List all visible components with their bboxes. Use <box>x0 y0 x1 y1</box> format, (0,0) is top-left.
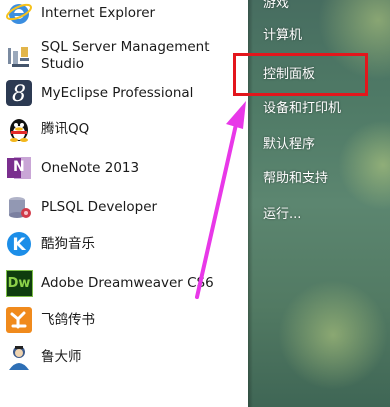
kugou-icon: K <box>4 229 34 259</box>
program-label: Adobe Dreamweaver CS6 <box>41 274 214 291</box>
myeclipse-icon: 8 <box>4 78 34 108</box>
ludashi-icon <box>4 342 34 372</box>
program-label: MyEclipse Professional <box>41 84 194 101</box>
program-label: 酷狗音乐 <box>41 235 95 252</box>
program-plsql-developer[interactable]: PLSQL Developer <box>0 190 248 224</box>
program-internet-explorer[interactable]: Internet Explorer <box>0 0 248 30</box>
program-sql-server-management-studio[interactable]: SQL Server Management Studio <box>0 37 248 75</box>
right-item-games[interactable]: 游戏 <box>263 0 289 11</box>
program-myeclipse[interactable]: 8 MyEclipse Professional <box>0 76 248 110</box>
svg-text:K: K <box>12 235 26 255</box>
right-item-help-support[interactable]: 帮助和支持 <box>263 167 328 186</box>
right-item-devices-printers[interactable]: 设备和打印机 <box>263 97 341 116</box>
onenote-icon: N <box>4 153 34 183</box>
right-item-default-programs[interactable]: 默认程序 <box>263 133 315 152</box>
qq-icon <box>4 114 34 144</box>
plsql-icon <box>4 192 34 222</box>
onenote-badge: N <box>13 159 25 175</box>
program-label-line2: Studio <box>41 56 84 72</box>
right-item-run[interactable]: 运行... <box>263 203 301 222</box>
program-ludashi[interactable]: 鲁大师 <box>0 340 248 374</box>
dreamweaver-badge: Dw <box>5 269 33 297</box>
pane-glow <box>278 280 388 390</box>
program-label: PLSQL Developer <box>41 198 158 215</box>
program-label: 飞鸽传书 <box>41 311 95 328</box>
pane-glow <box>338 120 390 210</box>
program-qq[interactable]: 腾讯QQ <box>0 112 248 146</box>
feige-icon <box>4 305 34 335</box>
program-kugou[interactable]: K 酷狗音乐 <box>0 227 248 261</box>
highlight-box <box>233 53 368 96</box>
sql-server-icon <box>4 41 34 71</box>
program-label: OneNote 2013 <box>41 159 140 176</box>
program-label: SQL Server Management Studio <box>41 39 210 73</box>
program-label-line1: SQL Server Management <box>41 39 210 55</box>
program-dreamweaver[interactable]: Dw Adobe Dreamweaver CS6 <box>0 266 248 300</box>
dreamweaver-icon: Dw <box>4 268 34 298</box>
program-label: Internet Explorer <box>41 4 156 21</box>
program-onenote[interactable]: N OneNote 2013 <box>0 151 248 185</box>
svg-text:8: 8 <box>12 82 26 107</box>
program-label: 鲁大师 <box>41 348 82 365</box>
program-label: 腾讯QQ <box>41 120 90 137</box>
program-feige[interactable]: 飞鸽传书 <box>0 303 248 337</box>
internet-explorer-icon <box>4 0 34 28</box>
start-menu-programs-list: Internet Explorer SQL Server Management … <box>0 0 248 407</box>
right-item-computer[interactable]: 计算机 <box>263 24 302 43</box>
